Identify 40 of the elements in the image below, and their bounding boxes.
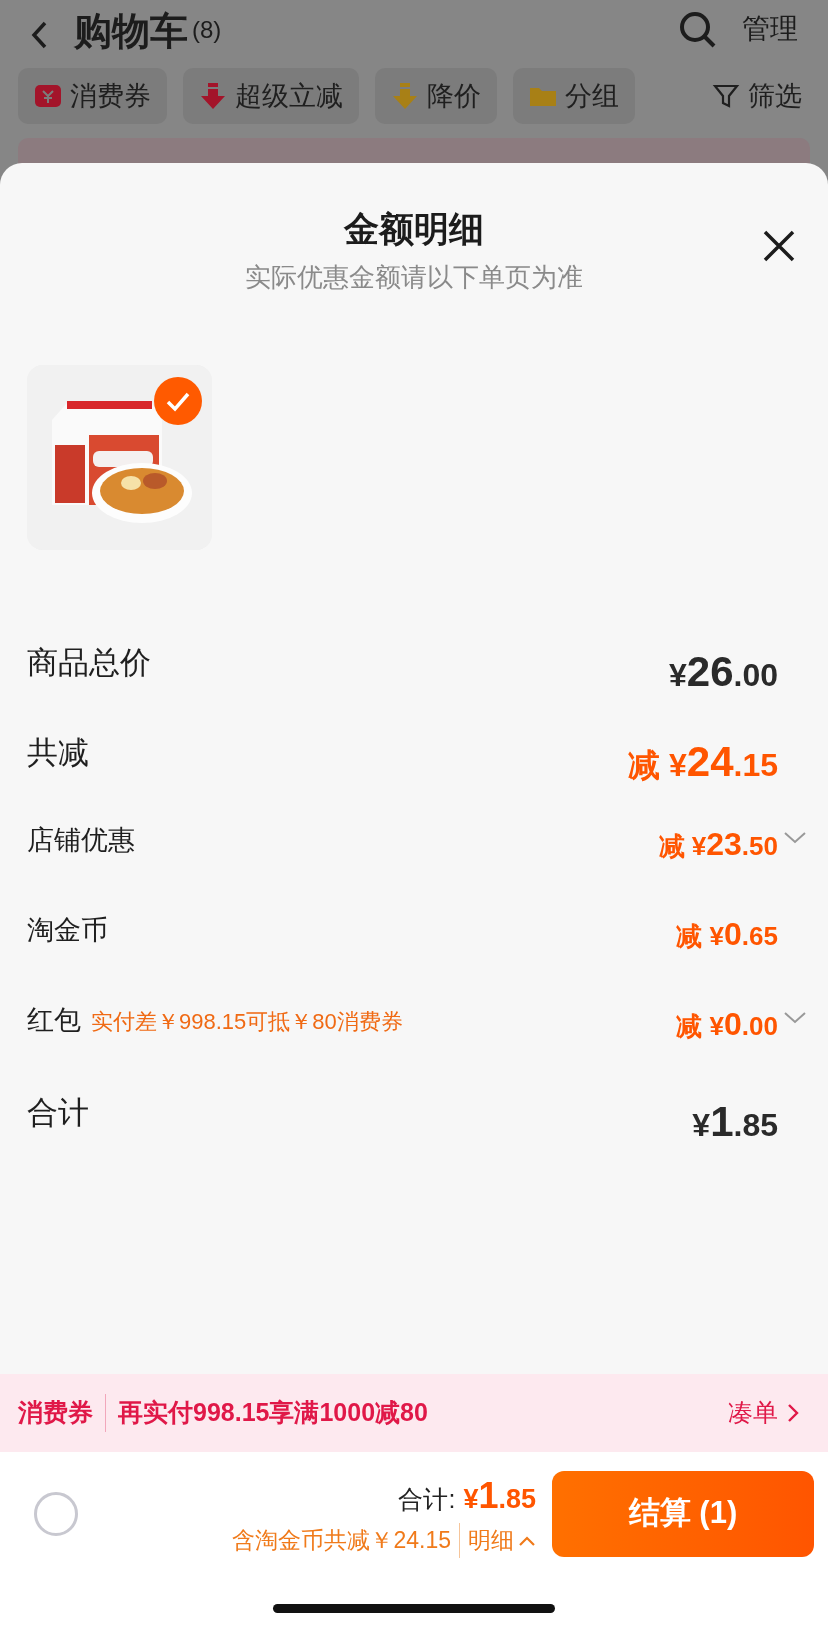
row-amount: ¥26.00 <box>669 646 778 697</box>
row-label: 店铺优惠 <box>27 823 135 857</box>
row-label: 红包 <box>27 1003 81 1037</box>
row-label: 共减 <box>27 733 89 772</box>
row-amount: 减 ¥24.15 <box>628 736 778 787</box>
checkout-button[interactable]: 结算 (1) <box>552 1470 814 1557</box>
filter-icon <box>712 82 740 110</box>
row-amount: 减 ¥0.65 <box>676 914 778 954</box>
chevron-right-icon <box>786 1402 800 1424</box>
promo-tag: 消费券 <box>18 1394 106 1432</box>
page-title: 购物车 <box>74 12 188 50</box>
filter-chip[interactable]: 超级立减 <box>183 68 359 124</box>
add-items-link[interactable]: 凑单 <box>728 1394 800 1432</box>
row-label: 合计 <box>27 1093 89 1132</box>
total-label: 合计: <box>398 1484 456 1516</box>
down-arrow-icon <box>391 82 419 110</box>
saving-text: 含淘金币共减￥24.15 <box>232 1526 451 1556</box>
sheet-title: 金额明细 <box>344 208 484 250</box>
item-count: (8) <box>192 15 222 45</box>
select-all-radio[interactable] <box>34 1491 78 1536</box>
filter-chip[interactable]: 筛选 <box>704 68 810 124</box>
filter-chip[interactable]: 降价 <box>375 68 497 124</box>
ticket-icon <box>34 82 62 110</box>
row-amount: 减 ¥0.00 <box>676 1004 778 1044</box>
filter-chip[interactable]: 分组 <box>513 68 635 124</box>
down-arrow-icon <box>199 82 227 110</box>
promo-text: 再实付998.15享满1000减80 <box>118 1397 428 1429</box>
manage-button[interactable]: 管理 <box>742 8 798 50</box>
row-label: 商品总价 <box>27 643 151 682</box>
row-label: 淘金币 <box>27 913 108 947</box>
sheet-subtitle: 实际优惠金额请以下单页为准 <box>245 260 583 294</box>
row-amount: ¥1.85 <box>692 1096 778 1147</box>
details-toggle[interactable]: 明细 <box>459 1523 536 1558</box>
filter-chip[interactable]: 消费券 <box>18 68 167 124</box>
total-amount: ¥1.85 <box>463 1474 536 1519</box>
close-button[interactable] <box>762 229 796 263</box>
search-icon[interactable] <box>678 10 718 50</box>
row-amount: 减 ¥23.50 <box>658 824 778 864</box>
row-note: 实付差￥998.15可抵￥80消费券 <box>91 1007 403 1036</box>
close-icon <box>762 229 796 263</box>
